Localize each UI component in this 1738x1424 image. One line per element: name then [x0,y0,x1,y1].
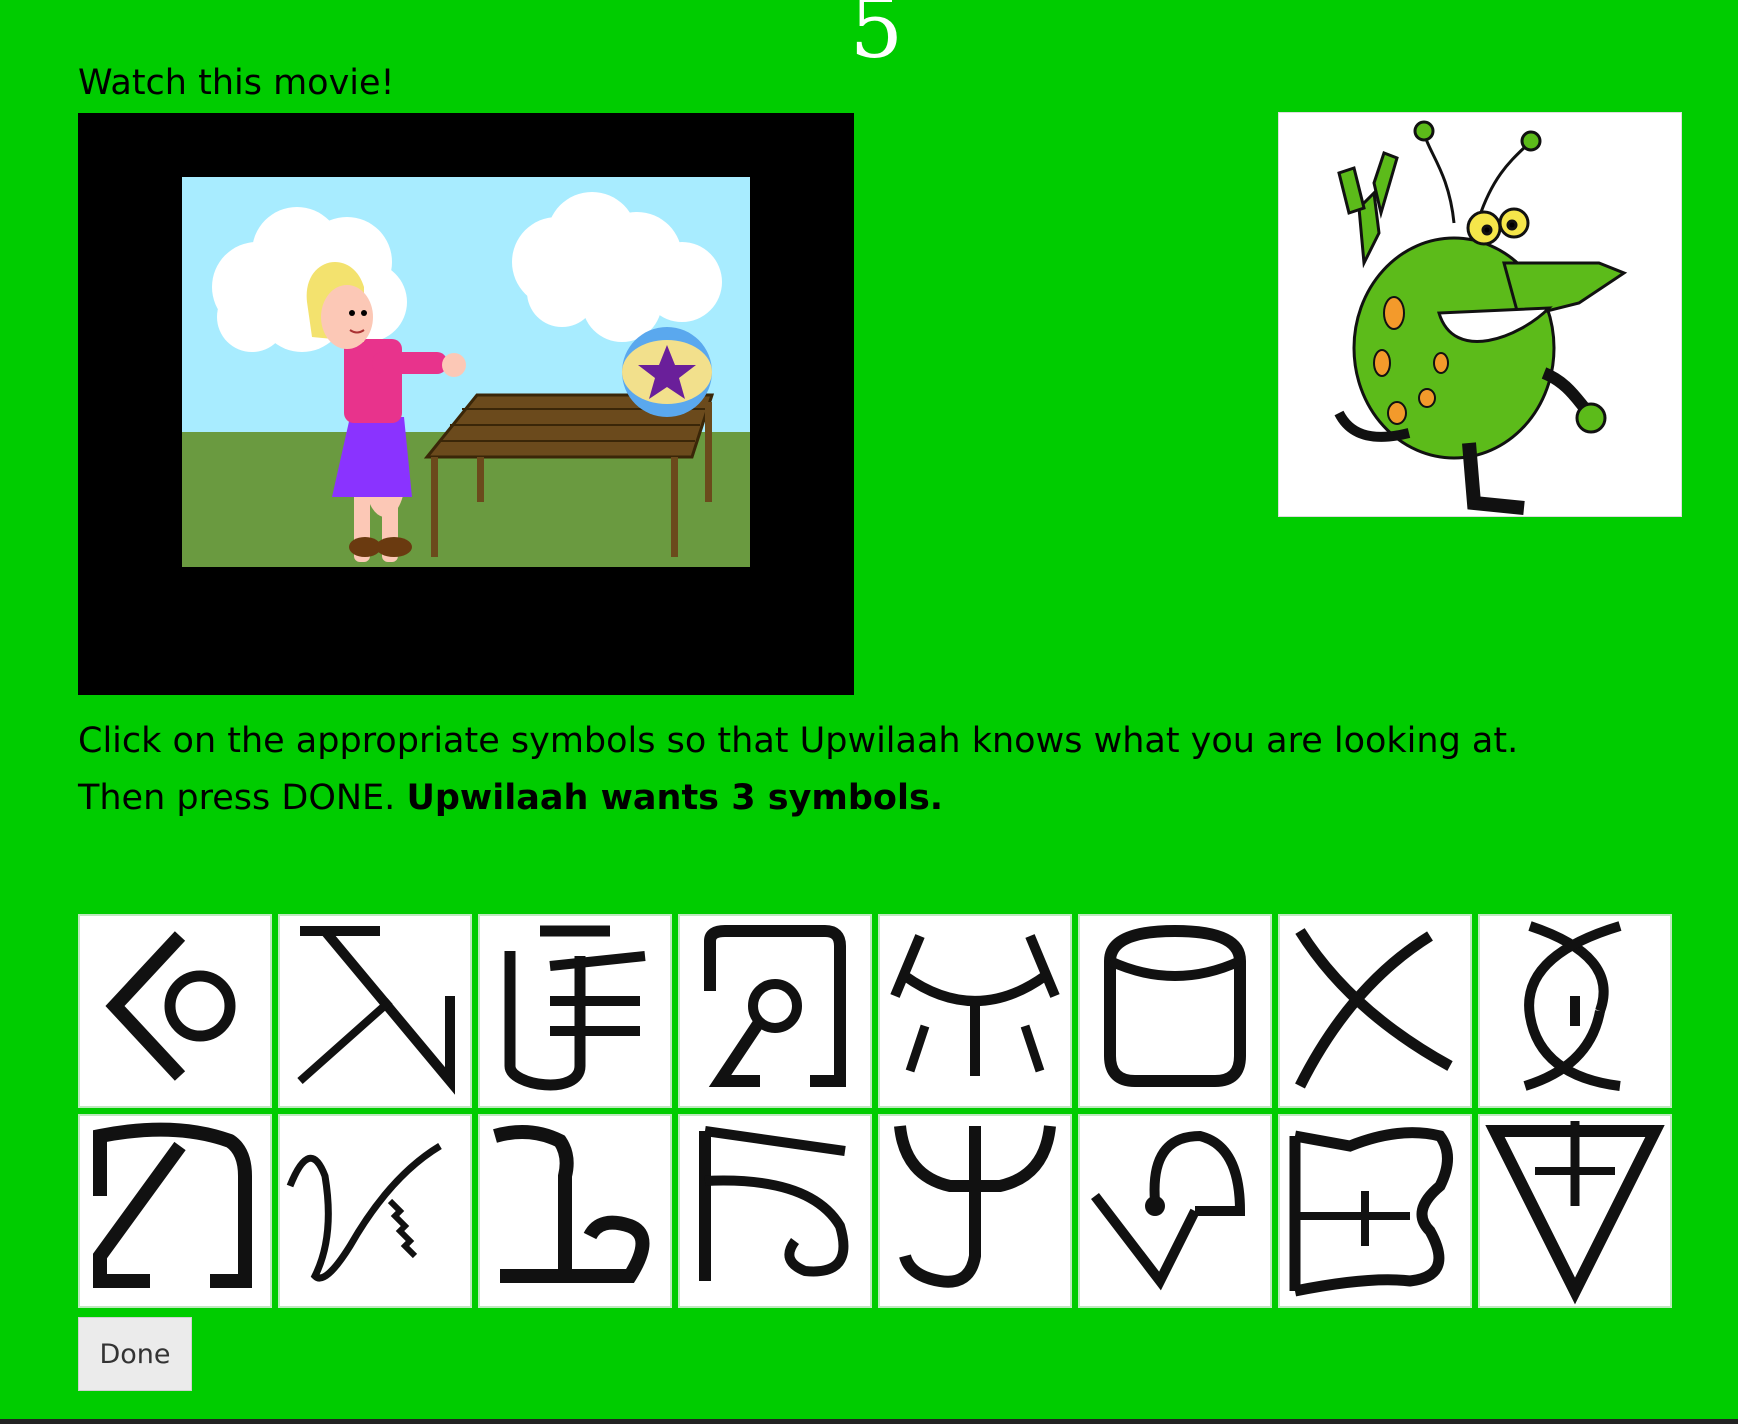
bottom-divider [0,1419,1738,1424]
symbol-glyph-14-icon [1091,1130,1246,1291]
instruction-line-2: Then press DONE. Upwilaah wants 3 symbol… [78,770,1698,827]
symbol-tile-4[interactable] [678,914,872,1108]
symbol-glyph-3-icon [504,925,646,1091]
symbol-tile-14[interactable] [1078,1114,1272,1308]
symbol-glyph-10-icon [286,1142,442,1282]
symbol-tile-15[interactable] [1278,1114,1472,1308]
symbol-tile-3[interactable] [478,914,672,1108]
instruction-emphasis: Upwilaah wants 3 symbols. [406,778,944,818]
symbol-tile-12[interactable] [678,1114,872,1308]
instruction-line-2-text: Then press DONE. [78,778,396,818]
instruction-line-1: Click on the appropriate symbols so that… [78,721,1519,761]
watch-movie-label: Watch this movie! [78,63,395,103]
symbol-glyph-5-icon [890,934,1060,1076]
symbol-glyph-6-icon [1104,924,1246,1087]
symbol-glyph-12-icon [699,1126,849,1281]
done-button[interactable]: Done [78,1317,192,1391]
symbol-glyph-8-icon [1523,921,1622,1091]
symbol-tile-10[interactable] [278,1114,472,1308]
movie-scene [182,177,750,567]
symbol-glyph-11-icon [493,1125,650,1283]
symbol-tile-11[interactable] [478,1114,672,1308]
symbol-grid [78,914,1672,1308]
symbol-glyph-16-icon [1485,1121,1665,1305]
symbol-glyph-1-icon [105,931,236,1081]
instructions: Click on the appropriate symbols so that… [78,713,1698,827]
symbol-glyph-4-icon [704,925,846,1087]
alien-character [1278,112,1682,517]
symbol-glyph-9-icon [93,1122,252,1288]
symbol-tile-9[interactable] [78,1114,272,1308]
symbol-tile-16[interactable] [1478,1114,1672,1308]
symbol-glyph-13-icon [894,1125,1056,1288]
trial-counter: 5 [849,0,904,77]
symbol-tile-5[interactable] [878,914,1072,1108]
movie-player[interactable] [78,113,854,695]
symbol-tile-6[interactable] [1078,914,1272,1108]
symbol-tile-13[interactable] [878,1114,1072,1308]
symbol-glyph-7-icon [1295,928,1453,1089]
green-alien-waving-icon [1334,120,1628,515]
symbol-glyph-15-icon [1289,1127,1453,1297]
symbol-tile-7[interactable] [1278,914,1472,1108]
symbol-glyph-2-icon [297,926,455,1095]
symbol-tile-8[interactable] [1478,914,1672,1108]
symbol-tile-2[interactable] [278,914,472,1108]
symbol-tile-1[interactable] [78,914,272,1108]
